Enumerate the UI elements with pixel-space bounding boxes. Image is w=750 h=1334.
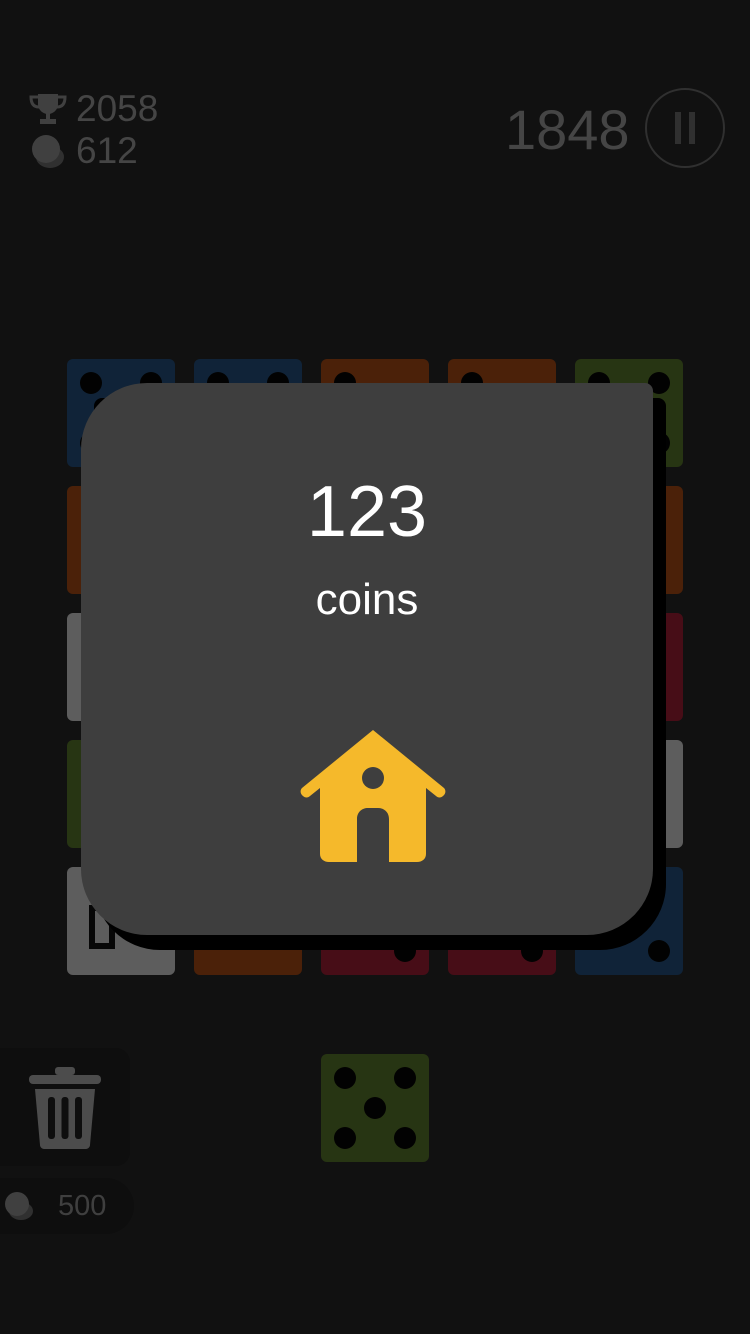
reward-label: coins	[315, 575, 419, 624]
game-screen: 2058 612 1848	[0, 0, 750, 1334]
home-icon	[300, 730, 446, 862]
home-button[interactable]	[298, 726, 448, 864]
reward-amount: 123	[306, 472, 428, 552]
